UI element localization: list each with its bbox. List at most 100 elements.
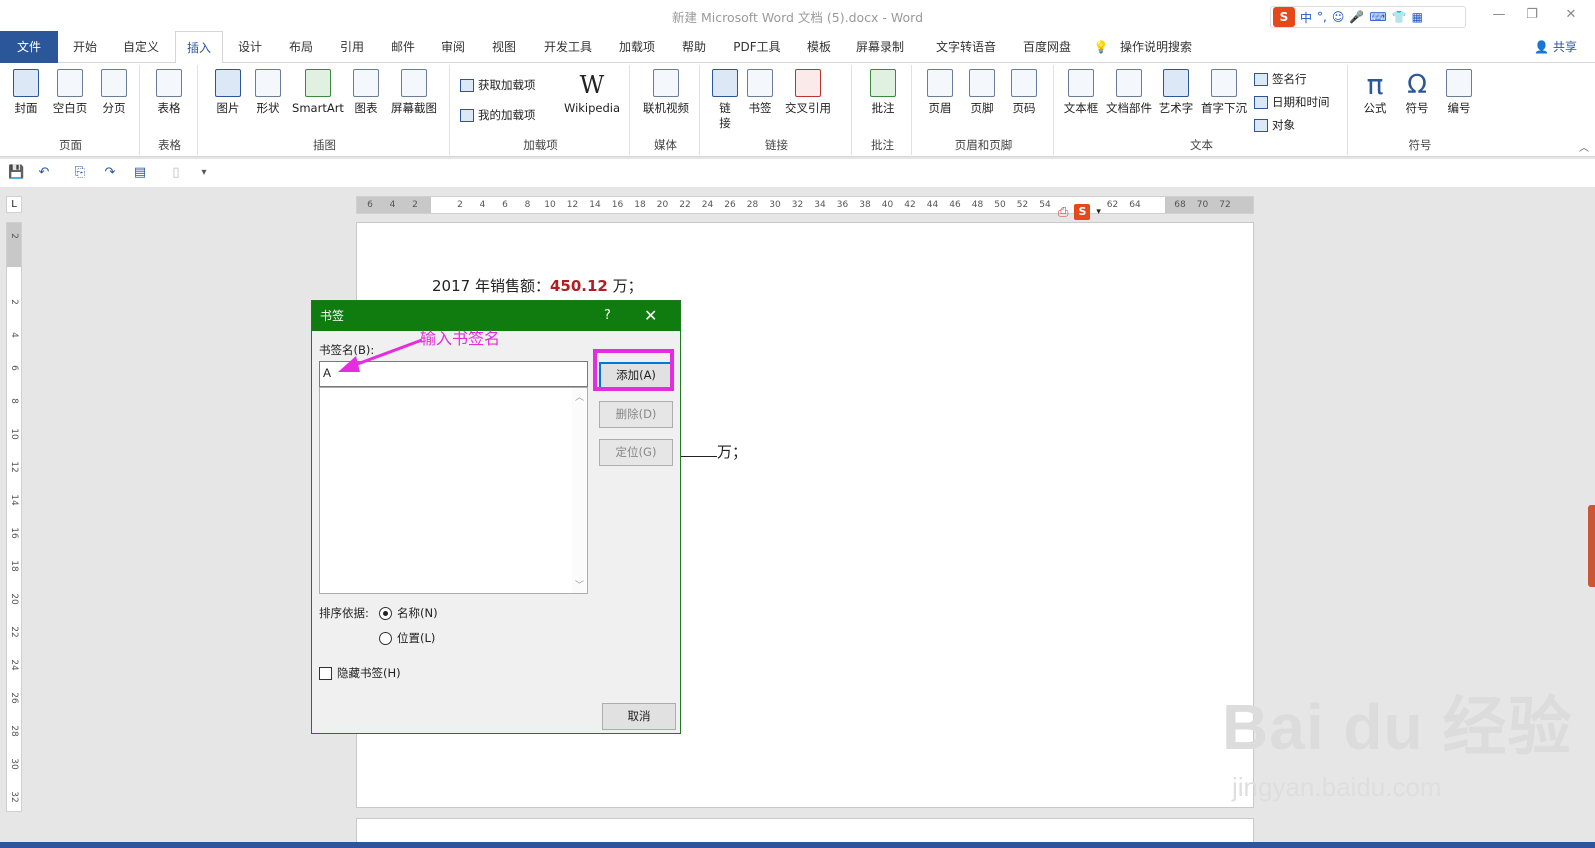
- footer-button[interactable]: 页脚: [964, 69, 1000, 116]
- goto-button[interactable]: 定位(G): [599, 439, 673, 466]
- tab-custom[interactable]: 自定义: [114, 31, 168, 63]
- quickparts-button[interactable]: 文档部件: [1104, 69, 1154, 116]
- tab-tts[interactable]: 文字转语音: [925, 31, 1007, 63]
- delete-button[interactable]: 删除(D): [599, 401, 673, 428]
- numbering-button[interactable]: 编号: [1440, 69, 1478, 116]
- equation-button[interactable]: π 公式: [1356, 69, 1394, 116]
- sort-by-name-radio[interactable]: 名称(N): [379, 605, 438, 621]
- cancel-button[interactable]: 取消: [602, 703, 676, 730]
- table-button[interactable]: 表格: [148, 69, 190, 116]
- copy-format-icon[interactable]: ⎘: [72, 165, 88, 181]
- textbox-button[interactable]: 文本框: [1060, 69, 1102, 116]
- crossref-icon: [795, 69, 821, 97]
- tab-stop-selector[interactable]: L: [6, 196, 22, 213]
- chart-button[interactable]: 图表: [350, 69, 382, 116]
- ime-punct-icon[interactable]: °,: [1317, 10, 1327, 24]
- collapse-ribbon-icon[interactable]: ︿: [1579, 139, 1589, 154]
- ruler-tick-label: 26: [9, 692, 19, 704]
- ime-toolbox-icon[interactable]: ▦: [1412, 10, 1423, 24]
- tab-addins[interactable]: 加载项: [611, 31, 663, 63]
- float-more-icon[interactable]: ▾: [1096, 207, 1101, 217]
- ruler-tick-label: 42: [904, 200, 916, 210]
- ruler-tick-label: 2: [9, 233, 19, 239]
- tab-file[interactable]: 文件: [0, 31, 58, 63]
- tab-help[interactable]: 帮助: [672, 31, 716, 63]
- picture-button[interactable]: 图片: [210, 69, 246, 116]
- help-button[interactable]: ?: [604, 301, 611, 331]
- side-widget[interactable]: [1588, 505, 1595, 587]
- tab-design[interactable]: 设计: [228, 31, 272, 63]
- group-tables: 表格 表格: [142, 65, 198, 155]
- tab-templates[interactable]: 模板: [799, 31, 839, 63]
- ime-emoji-icon[interactable]: ☺: [1332, 10, 1345, 24]
- wordart-button[interactable]: 艺术字: [1156, 69, 1196, 116]
- shapes-icon: [255, 69, 281, 97]
- vertical-ruler[interactable]: 2 2 4 6 8 10 12 14 16 18 20 22 24 26 28 30 32: [6, 222, 22, 812]
- tab-developer[interactable]: 开发工具: [537, 31, 599, 63]
- link-button[interactable]: 链接: [710, 69, 740, 131]
- tab-review[interactable]: 审阅: [431, 31, 475, 63]
- list-scrollbar[interactable]: ︿ ﹀: [572, 388, 587, 593]
- ruler-tick-label: 24: [701, 200, 714, 210]
- ime-toolbar[interactable]: S 中 °, ☺ 🎤 ⌨ 👕 ▦: [1270, 6, 1466, 28]
- layout-icon[interactable]: ▤: [132, 165, 148, 181]
- undo-icon[interactable]: ↶: [36, 165, 52, 181]
- sogou-logo-icon[interactable]: S: [1273, 7, 1295, 27]
- header-button[interactable]: 页眉: [922, 69, 958, 116]
- ime-keyboard-icon[interactable]: ⌨: [1369, 10, 1386, 24]
- screenshot-button[interactable]: 屏幕截图: [386, 69, 442, 116]
- repeat-icon[interactable]: ↷: [102, 165, 118, 181]
- tab-references[interactable]: 引用: [330, 31, 374, 63]
- get-addins-button[interactable]: 获取加载项: [460, 77, 536, 93]
- scroll-down-icon[interactable]: ﹀: [575, 578, 584, 591]
- bookmark-button[interactable]: 书签: [744, 69, 776, 116]
- smartart-button[interactable]: SmartArt: [290, 69, 346, 116]
- customize-qat-icon[interactable]: ▾: [196, 165, 212, 181]
- pdf-float-icon[interactable]: ⎙: [1058, 205, 1068, 220]
- picture-icon: [215, 69, 241, 97]
- comment-button[interactable]: 批注: [864, 69, 902, 116]
- wikipedia-button[interactable]: W Wikipedia: [560, 69, 624, 116]
- tab-pdf-tools[interactable]: PDF工具: [727, 31, 787, 63]
- tab-layout[interactable]: 布局: [279, 31, 323, 63]
- cover-button[interactable]: 封面: [8, 69, 44, 116]
- object-button[interactable]: 对象: [1254, 117, 1295, 133]
- scroll-up-icon[interactable]: ︿: [575, 390, 584, 403]
- ruler-tick-label: 14: [9, 494, 19, 506]
- tab-home[interactable]: 开始: [62, 31, 108, 63]
- tab-screen-record[interactable]: 屏幕录制: [848, 31, 912, 63]
- ime-voice-icon[interactable]: 🎤: [1349, 10, 1364, 24]
- tab-baidu-pan[interactable]: 百度网盘: [1016, 31, 1078, 63]
- online-video-button[interactable]: 联机视频: [638, 69, 694, 116]
- my-addins-button[interactable]: 我的加载项: [460, 107, 536, 123]
- ime-chinese-mode[interactable]: 中: [1300, 9, 1312, 26]
- tab-mailings[interactable]: 邮件: [381, 31, 425, 63]
- group-addins: 获取加载项 我的加载项 W Wikipedia 加载项: [452, 65, 630, 155]
- signature-line-button[interactable]: 签名行: [1254, 71, 1307, 87]
- dropcap-button[interactable]: 首字下沉: [1198, 69, 1250, 116]
- datetime-button[interactable]: 日期和时间: [1254, 94, 1330, 110]
- blank-page-button[interactable]: 空白页: [50, 69, 90, 116]
- tell-me-search[interactable]: 操作说明搜索: [1116, 31, 1196, 63]
- symbol-button[interactable]: Ω 符号: [1398, 69, 1436, 116]
- new-doc-icon[interactable]: ▯: [168, 165, 184, 181]
- sogou-float-icon[interactable]: S: [1074, 204, 1091, 220]
- close-window-icon[interactable]: ✕: [1560, 4, 1582, 26]
- tab-view[interactable]: 视图: [482, 31, 526, 63]
- restore-icon[interactable]: ❐: [1521, 4, 1543, 26]
- shapes-button[interactable]: 形状: [250, 69, 286, 116]
- group-media: 联机视频 媒体: [632, 65, 700, 155]
- ime-skin-icon[interactable]: 👕: [1392, 10, 1407, 24]
- bookmark-list[interactable]: ︿ ﹀: [319, 387, 588, 594]
- dialog-close-button[interactable]: ✕: [644, 301, 657, 331]
- page-number-button[interactable]: 页码: [1006, 69, 1042, 116]
- crossref-button[interactable]: 交叉引用: [780, 69, 836, 116]
- hidden-bookmarks-checkbox[interactable]: 隐藏书签(H): [319, 665, 401, 681]
- minimize-icon[interactable]: —: [1488, 4, 1510, 26]
- tab-insert[interactable]: 插入: [175, 31, 223, 64]
- save-icon[interactable]: 💾: [8, 165, 24, 181]
- page-break-label: 分页: [102, 101, 126, 115]
- share-button[interactable]: 👤 共享: [1534, 31, 1577, 63]
- sort-by-location-radio[interactable]: 位置(L): [379, 630, 435, 646]
- page-break-button[interactable]: 分页: [96, 69, 132, 116]
